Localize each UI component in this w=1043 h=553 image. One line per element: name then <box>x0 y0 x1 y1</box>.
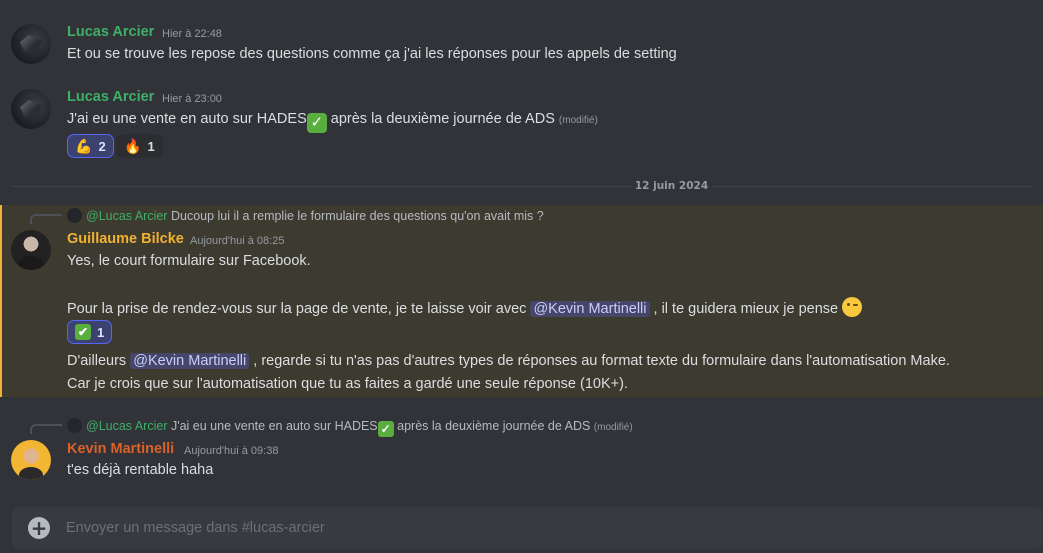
date-divider-text: 12 juin 2024 <box>630 180 713 192</box>
mini-avatar <box>67 208 82 223</box>
message-input[interactable] <box>66 507 966 549</box>
check-emoji-icon: ✔ <box>75 324 91 340</box>
reply-preview[interactable]: @Lucas Arcier Ducoup lui il a remplie le… <box>67 208 544 223</box>
reply-author[interactable]: @Lucas Arcier <box>86 209 167 223</box>
edited-label: (modifié) <box>593 422 633 433</box>
reply-preview[interactable]: @Lucas Arcier J'ai eu une vente en auto … <box>67 418 633 437</box>
add-attachment-button[interactable]: + <box>28 517 50 539</box>
timestamp: Hier à 22:48 <box>162 28 222 40</box>
author-name[interactable]: Kevin Martinelli <box>67 441 174 457</box>
message-text-part: J'ai eu une vente en auto sur HADES <box>67 111 307 127</box>
reaction-count: 1 <box>97 324 105 340</box>
reaction-muscle[interactable]: 💪 2 <box>67 134 114 158</box>
message-text-part: D'ailleurs <box>67 353 131 369</box>
message-text: Pour la prise de rendez-vous sur la page… <box>67 297 863 317</box>
user-mention[interactable]: @Kevin Martinelli <box>530 301 650 317</box>
author-name[interactable]: Lucas Arcier <box>67 24 154 40</box>
avatar[interactable] <box>11 89 51 129</box>
reaction-fire[interactable]: 🔥 1 <box>116 134 163 158</box>
wink-emoji-icon <box>842 297 863 317</box>
fire-emoji-icon: 🔥 <box>124 137 142 154</box>
message-composer: + <box>12 507 1043 549</box>
muscle-emoji-icon: 💪 <box>75 137 93 154</box>
message-text-part: Pour la prise de rendez-vous sur la page… <box>67 301 531 317</box>
author-name[interactable]: Guillaume Bilcke <box>67 231 184 247</box>
reply-text: Ducoup lui il a remplie le formulaire de… <box>170 209 544 223</box>
author-name[interactable]: Lucas Arcier <box>67 89 154 105</box>
reply-connector <box>30 424 62 434</box>
reaction-check[interactable]: ✔ 1 <box>67 320 113 344</box>
date-divider-label: 12 juin 2024 <box>0 180 1043 192</box>
message-text: J'ai eu une vente en auto sur HADES ✓ apr… <box>67 111 598 133</box>
timestamp: Aujourd'hui à 09:38 <box>184 445 279 457</box>
reaction-count: 2 <box>98 138 106 154</box>
avatar[interactable] <box>11 24 51 64</box>
message-text: Et ou se trouve les repose des questions… <box>67 46 677 62</box>
mini-avatar <box>67 418 82 433</box>
avatar[interactable] <box>11 440 51 480</box>
check-emoji-icon: ✓ <box>306 113 327 133</box>
reply-text: après la deuxième journée de ADS <box>393 419 594 433</box>
reply-author[interactable]: @Lucas Arcier <box>86 419 167 433</box>
user-mention[interactable]: @Kevin Martinelli <box>130 353 250 369</box>
message-text: t'es déjà rentable haha <box>67 462 214 478</box>
avatar[interactable] <box>11 230 51 270</box>
message-text-part: , il te guidera mieux je pense <box>649 301 839 317</box>
reply-text: J'ai eu une vente en auto sur HADES <box>170 419 378 433</box>
reaction-count: 1 <box>147 138 155 154</box>
edited-label: (modifié) <box>558 115 598 126</box>
message-text: Yes, le court formulaire sur Facebook. <box>67 253 311 269</box>
message-text-part: , regarde si tu n'as pas d'autres types … <box>249 353 950 369</box>
message-text: D'ailleurs @Kevin Martinelli , regarde s… <box>67 353 950 369</box>
timestamp: Aujourd'hui à 08:25 <box>190 235 285 247</box>
chat-window: Lucas Arcier Hier à 22:48 Et ou se trouv… <box>0 0 1043 553</box>
check-emoji-icon: ✓ <box>377 421 394 437</box>
timestamp: Hier à 23:00 <box>162 93 222 105</box>
message-text: Car je crois que sur l'automatisation qu… <box>67 376 628 392</box>
message-text-part: après la deuxième journée de ADS <box>326 111 559 127</box>
reply-connector <box>30 214 62 224</box>
